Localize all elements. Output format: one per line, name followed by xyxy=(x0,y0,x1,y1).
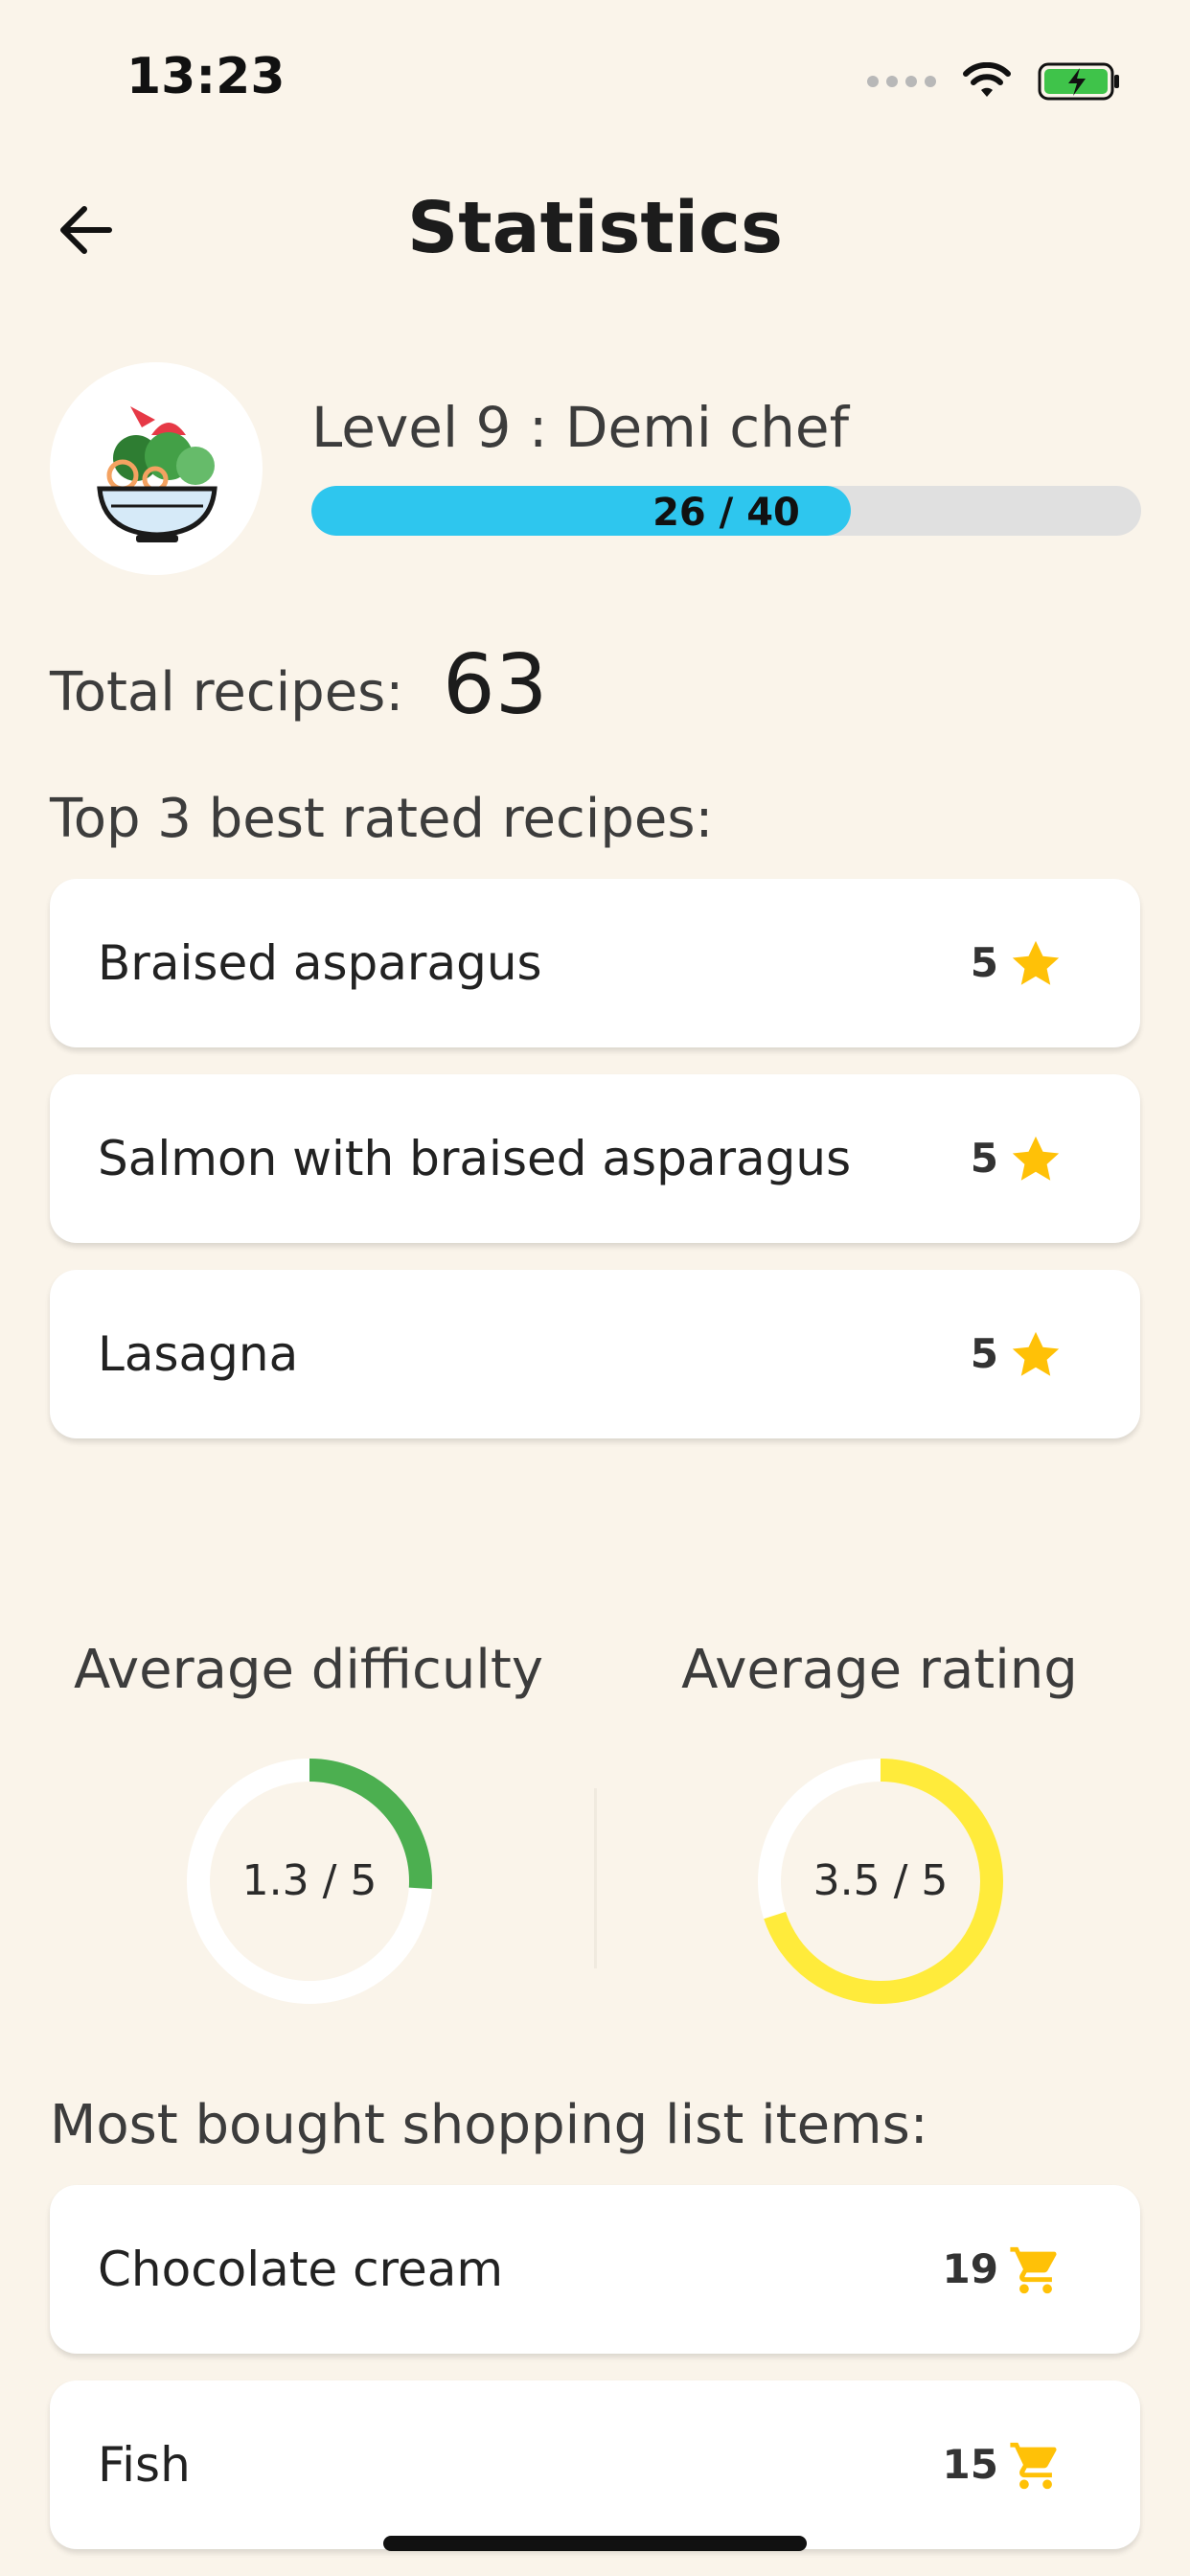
top-rated-title: Top 3 best rated recipes: xyxy=(50,788,714,850)
average-difficulty-title: Average difficulty xyxy=(74,1639,543,1701)
total-recipes-value: 63 xyxy=(443,637,548,733)
total-recipes-label: Total recipes: xyxy=(50,661,404,724)
shopping-item-name: Fish xyxy=(98,2437,191,2493)
level-label: Level 9 : Demi chef xyxy=(311,395,849,460)
shopping-item-name: Chocolate cream xyxy=(98,2242,504,2297)
recipe-name: Lasagna xyxy=(98,1326,299,1382)
recipe-rating: 5 xyxy=(970,939,998,986)
star-icon xyxy=(1012,1136,1060,1181)
battery-charging-icon xyxy=(1038,62,1119,101)
cart-icon xyxy=(1010,2442,1057,2490)
page-title: Statistics xyxy=(406,187,784,269)
difficulty-value: 1.3 / 5 xyxy=(241,1856,378,1905)
wifi-icon xyxy=(963,62,1011,97)
shopping-item-card[interactable]: Chocolate cream 19 xyxy=(50,2185,1140,2354)
recipe-name: Braised asparagus xyxy=(98,935,542,991)
level-progress-text: 26 / 40 xyxy=(652,491,800,535)
status-icons xyxy=(867,58,1122,105)
star-icon xyxy=(1012,1331,1060,1376)
home-indicator xyxy=(383,2536,807,2551)
cart-icon xyxy=(1010,2246,1057,2294)
signal-dots-icon xyxy=(867,76,936,87)
recipe-name: Salmon with braised asparagus xyxy=(98,1131,852,1186)
recipe-rating: 5 xyxy=(970,1135,998,1182)
avatar xyxy=(50,362,263,575)
recipe-card[interactable]: Lasagna 5 xyxy=(50,1270,1140,1438)
recipe-rating: 5 xyxy=(970,1330,998,1377)
shopping-item-card[interactable]: Fish 15 xyxy=(50,2380,1140,2549)
shopping-item-count: 15 xyxy=(942,2441,998,2488)
shopping-item-count: 19 xyxy=(942,2245,998,2292)
star-icon xyxy=(1012,940,1060,985)
shopping-title: Most bought shopping list items: xyxy=(50,2094,928,2156)
recipe-card[interactable]: Braised asparagus 5 xyxy=(50,879,1140,1047)
salad-bowl-icon xyxy=(97,406,217,542)
average-rating-title: Average rating xyxy=(681,1639,1078,1701)
divider xyxy=(594,1788,597,1968)
recipe-card[interactable]: Salmon with braised asparagus 5 xyxy=(50,1074,1140,1243)
rating-value: 3.5 / 5 xyxy=(812,1856,949,1905)
status-time: 13:23 xyxy=(126,48,286,105)
